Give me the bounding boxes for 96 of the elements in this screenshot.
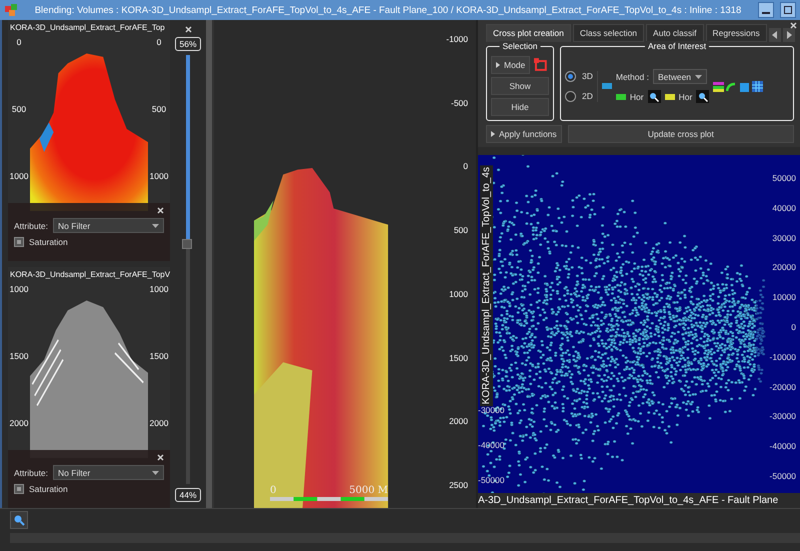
search-icon	[13, 514, 25, 526]
axis-tick: 1000	[10, 284, 28, 294]
apply-functions-button[interactable]: Apply functions	[486, 125, 562, 143]
axis-tick: -50000	[478, 475, 504, 485]
attribute-label: Attribute:	[14, 220, 48, 230]
search-tab[interactable]	[10, 511, 28, 529]
method-dropdown[interactable]: Between	[652, 69, 707, 84]
axis-tick: 40000	[772, 202, 796, 213]
viewer-title: KORA-3D_Undsampl_Extract_ForAFE_Top	[9, 22, 166, 33]
window-title: Blending: Volumes : KORA-3D_Undsampl_Extract_ForAFE_TopVol_to_4s_AFE - Fault Plane_100 / KORA-3D_Undsampl_Extract_ForAFE_TopVol_to_4s : Inline : 1318	[34, 4, 742, 16]
axis-tick: -10000	[770, 352, 796, 362]
axis-tick: 2000	[150, 418, 168, 428]
tab[interactable]: Class selection	[572, 24, 644, 42]
saturation-checkbox[interactable]	[14, 237, 24, 247]
saturation-checkbox[interactable]	[14, 484, 24, 494]
saturation-label: Saturation	[29, 484, 68, 494]
attribute-dropdown[interactable]: No Filter	[53, 218, 164, 233]
radio-label: 3D	[582, 71, 593, 81]
polygon-select-icon[interactable]	[533, 57, 549, 73]
group-title: Selection	[500, 41, 540, 51]
expand-arrow-icon	[491, 131, 495, 137]
tab[interactable]: Auto classif	[646, 24, 704, 42]
axis-tick: -30000	[770, 411, 796, 422]
horizon-icon	[616, 94, 626, 100]
horizon-label: Hor	[678, 92, 692, 102]
attribute-dropdown[interactable]: No Filter	[53, 465, 164, 480]
update-crossplot-button[interactable]: Update cross plot	[568, 125, 794, 143]
axis-tick: 20000	[772, 262, 796, 272]
radio-button[interactable]	[565, 90, 576, 102]
axis-tick: 1500	[150, 351, 168, 361]
caret-icon	[152, 224, 159, 228]
close-icon[interactable]	[184, 26, 192, 33]
axis-tick: 2000	[449, 416, 468, 426]
close-icon[interactable]	[157, 207, 164, 214]
opacity-reading: 56%	[175, 37, 200, 51]
axis-tick: 1000	[150, 171, 168, 181]
axis-tick: 2000	[10, 418, 28, 428]
y-axis-label: KORA-3D_Undsampl_Extract_ForAFE_TopVol_to_4s	[480, 165, 493, 406]
minimize-button[interactable]	[758, 2, 774, 18]
axis-tick: 1000	[150, 284, 168, 294]
expand-arrow-icon	[496, 62, 500, 68]
caret-icon	[694, 74, 702, 78]
scale-label: 0	[270, 485, 276, 496]
saturation-label: Saturation	[29, 237, 68, 247]
axis-tick: 500	[454, 225, 468, 236]
axis-tick: 1000	[10, 171, 28, 181]
close-icon[interactable]	[157, 454, 164, 461]
axis-tick: 0	[16, 37, 22, 47]
axis-tick: -50000	[770, 470, 796, 481]
method-label: Method :	[616, 72, 649, 82]
maximize-button[interactable]	[780, 2, 796, 18]
scroll-left-icon[interactable]	[768, 28, 781, 42]
axis-tick: -500	[450, 98, 468, 108]
radio-button[interactable]	[565, 70, 576, 82]
layer-icon	[602, 83, 612, 89]
axis-tick: -30000	[478, 405, 504, 415]
layers-icon[interactable]	[713, 80, 724, 92]
axis-tick: 1500	[449, 352, 468, 363]
opacity-reading: 44%	[175, 488, 200, 502]
close-icon[interactable]	[790, 22, 797, 29]
mode-button[interactable]: Mode	[491, 56, 530, 74]
grid-icon[interactable]	[752, 80, 764, 92]
axis-tick: -1000	[446, 34, 468, 44]
scroll-right-icon[interactable]	[782, 28, 795, 42]
axis-tick: 500	[12, 104, 26, 114]
axis-tick: 2500	[449, 480, 468, 490]
axis-tick: 0	[463, 161, 468, 172]
app-icon	[4, 3, 18, 17]
radio-label: 2D	[582, 91, 593, 101]
axis-tick: 1000	[449, 288, 468, 299]
axis-tick: 10000	[772, 292, 796, 302]
axis-tick: 50000	[772, 173, 796, 183]
cube-icon[interactable]	[739, 80, 750, 92]
caret-icon	[152, 470, 159, 474]
axis-tick: 0	[156, 37, 162, 47]
axis-tick: 30000	[772, 232, 796, 243]
axis-tick: -40000	[770, 441, 796, 452]
axis-tick: -20000	[770, 382, 796, 392]
axis-tick: 1500	[10, 351, 28, 361]
horizon-label: Hor	[630, 92, 644, 102]
tab[interactable]: Regressions	[706, 24, 767, 42]
tab[interactable]: Cross plot creation	[486, 24, 571, 42]
search-button[interactable]	[648, 90, 661, 103]
search-button[interactable]	[696, 90, 710, 103]
horizon-icon	[664, 94, 675, 100]
viewer-title: KORA-3D_Undsampl_Extract_ForAFE_TopV	[9, 269, 172, 280]
show-button[interactable]: Show	[491, 77, 549, 95]
axis-tick: -40000	[478, 440, 504, 450]
slider-thumb[interactable]	[182, 238, 192, 249]
maximize-icon	[784, 6, 792, 14]
group-title: Area of Interest	[644, 41, 710, 51]
attribute-label: Attribute:	[14, 468, 48, 478]
axis-tick: 0	[791, 322, 796, 332]
axis-tick: 500	[152, 104, 166, 114]
hide-button[interactable]: Hide	[491, 98, 549, 116]
scale-label: 5000 M	[349, 485, 388, 496]
